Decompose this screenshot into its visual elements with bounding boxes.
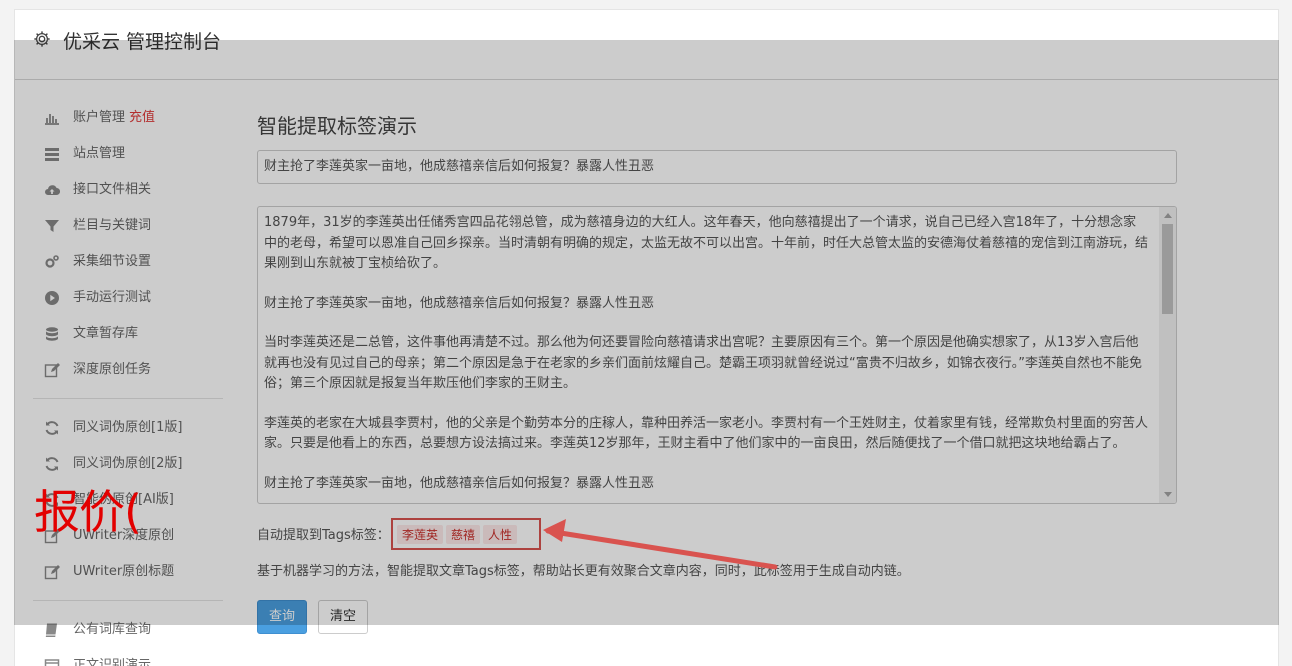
sidebar-divider [33,600,223,601]
scroll-thumb[interactable] [1162,224,1173,314]
article-title-input[interactable]: 财主抢了李莲英家一亩地，他成慈禧亲信后如何报复？暴露人性丑恶 [257,150,1177,184]
tags-row: 自动提取到Tags标签： 李莲英 慈禧 人性 [257,518,1177,550]
bar-chart-icon [43,109,61,127]
sidebar-item-interface-files[interactable]: 接口文件相关 [33,172,245,208]
recharge-link[interactable]: 充值 [129,110,155,125]
cogs-icon [43,253,61,271]
article-content-text: 1879年，31岁的李莲英出任储秀宫四品花翎总管，成为慈禧身边的大红人。这年春天… [258,207,1176,494]
clear-button[interactable]: 清空 [318,600,369,634]
sidebar-item-label: 深度原创任务 [73,362,152,377]
sidebar-divider [33,398,223,399]
tags-label: 自动提取到Tags标签： [257,528,390,543]
sidebar-item-collect-settings[interactable]: 采集细节设置 [33,244,245,280]
filter-icon [43,217,61,235]
database-icon [43,325,61,343]
query-button[interactable]: 查询 [257,600,308,634]
sidebar-item-public-lexicon[interactable]: 公有词库查询 [33,612,245,648]
book-icon [43,621,61,639]
edit-icon [43,361,61,379]
content-paragraph: 财主抢了李莲英家一亩地，他成慈禧亲信后如何报复？暴露人性丑恶 [264,475,655,491]
scroll-down-arrow-icon[interactable] [1164,492,1172,497]
sidebar-item-account[interactable]: 账户管理 充值 [33,100,245,136]
sidebar-item-label: 手动运行测试 [73,290,152,305]
sidebar-item-label: 采集细节设置 [73,254,152,269]
window-icon [43,657,61,666]
sidebar: 账户管理 充值 站点管理 接口文件相关 栏目与关键词 采集细节设置 手动运行测试… [33,100,245,666]
console-panel: 优采云 管理控制台 账户管理 充值 站点管理 接口文件相关 栏目与关键词 采集细… [14,9,1279,666]
gear-icon [34,31,50,47]
sidebar-item-article-store[interactable]: 文章暂存库 [33,316,245,352]
cloud-upload-icon [43,181,61,199]
price-annotation: 报价( [34,485,142,539]
scroll-up-arrow-icon[interactable] [1164,213,1172,218]
sidebar-item-label: 栏目与关键词 [73,218,152,233]
feature-description: 基于机器学习的方法，智能提取文章Tags标签，帮助站长更有效聚合文章内容，同时，… [257,564,910,579]
content-paragraph: 1879年，31岁的李莲英出任储秀宫四品花翎总管，成为慈禧身边的大红人。这年春天… [264,215,1149,271]
refresh-icon [43,455,61,473]
play-circle-icon [43,289,61,307]
action-buttons: 查询 清空 [257,600,1177,634]
sidebar-item-label: 同义词伪原创[2版] [73,456,183,471]
sidebar-item-label: 站点管理 [73,146,126,161]
sidebar-item-synonym-v1[interactable]: 同义词伪原创[1版] [33,410,245,446]
sidebar-item-sites[interactable]: 站点管理 [33,136,245,172]
sidebar-item-columns-keywords[interactable]: 栏目与关键词 [33,208,245,244]
sidebar-item-label: 账户管理 [73,110,126,125]
header: 优采云 管理控制台 [15,10,1278,80]
edit-icon [43,563,61,581]
tags-highlight-box: 李莲英 慈禧 人性 [391,518,541,550]
sidebar-item-text-recognition[interactable]: 正文识别演示 [33,648,245,666]
article-content-textarea[interactable]: 1879年，31岁的李莲英出任储秀宫四品花翎总管，成为慈禧身边的大红人。这年春天… [257,206,1177,504]
sidebar-item-manual-run[interactable]: 手动运行测试 [33,280,245,316]
app-title: 优采云 管理控制台 [63,31,222,53]
refresh-icon [43,419,61,437]
sidebar-item-label: 文章暂存库 [73,326,139,341]
main-content: 智能提取标签演示 财主抢了李莲英家一亩地，他成慈禧亲信后如何报复？暴露人性丑恶 … [257,100,1177,634]
tag-badge: 李莲英 [397,525,444,544]
server-icon [43,145,61,163]
content-paragraph: 当时李莲英还是二总管，这件事他再清楚不过。那么他为何还要冒险向慈禧请求出宫呢？主… [264,335,1142,391]
sidebar-item-label: 同义词伪原创[1版] [73,420,183,435]
page-title: 智能提取标签演示 [257,114,417,138]
sidebar-item-label: 公有词库查询 [73,622,152,637]
sidebar-item-uwriter-title[interactable]: UWriter原创标题 [33,554,245,590]
tag-badge: 慈禧 [446,525,481,544]
content-scrollbar[interactable] [1159,207,1176,503]
sidebar-item-label: UWriter原创标题 [73,564,175,579]
sidebar-item-label: 正文识别演示 [73,658,152,666]
sidebar-item-deep-original[interactable]: 深度原创任务 [33,352,245,388]
content-paragraph: 财主抢了李莲英家一亩地，他成慈禧亲信后如何报复？暴露人性丑恶 [264,295,655,311]
content-paragraph: 李莲英的老家在大城县李贾村，他的父亲是个勤劳本分的庄稼人，靠种田养活一家老小。李… [264,415,1149,452]
tag-badge: 人性 [483,525,518,544]
sidebar-item-label: 接口文件相关 [73,182,152,197]
